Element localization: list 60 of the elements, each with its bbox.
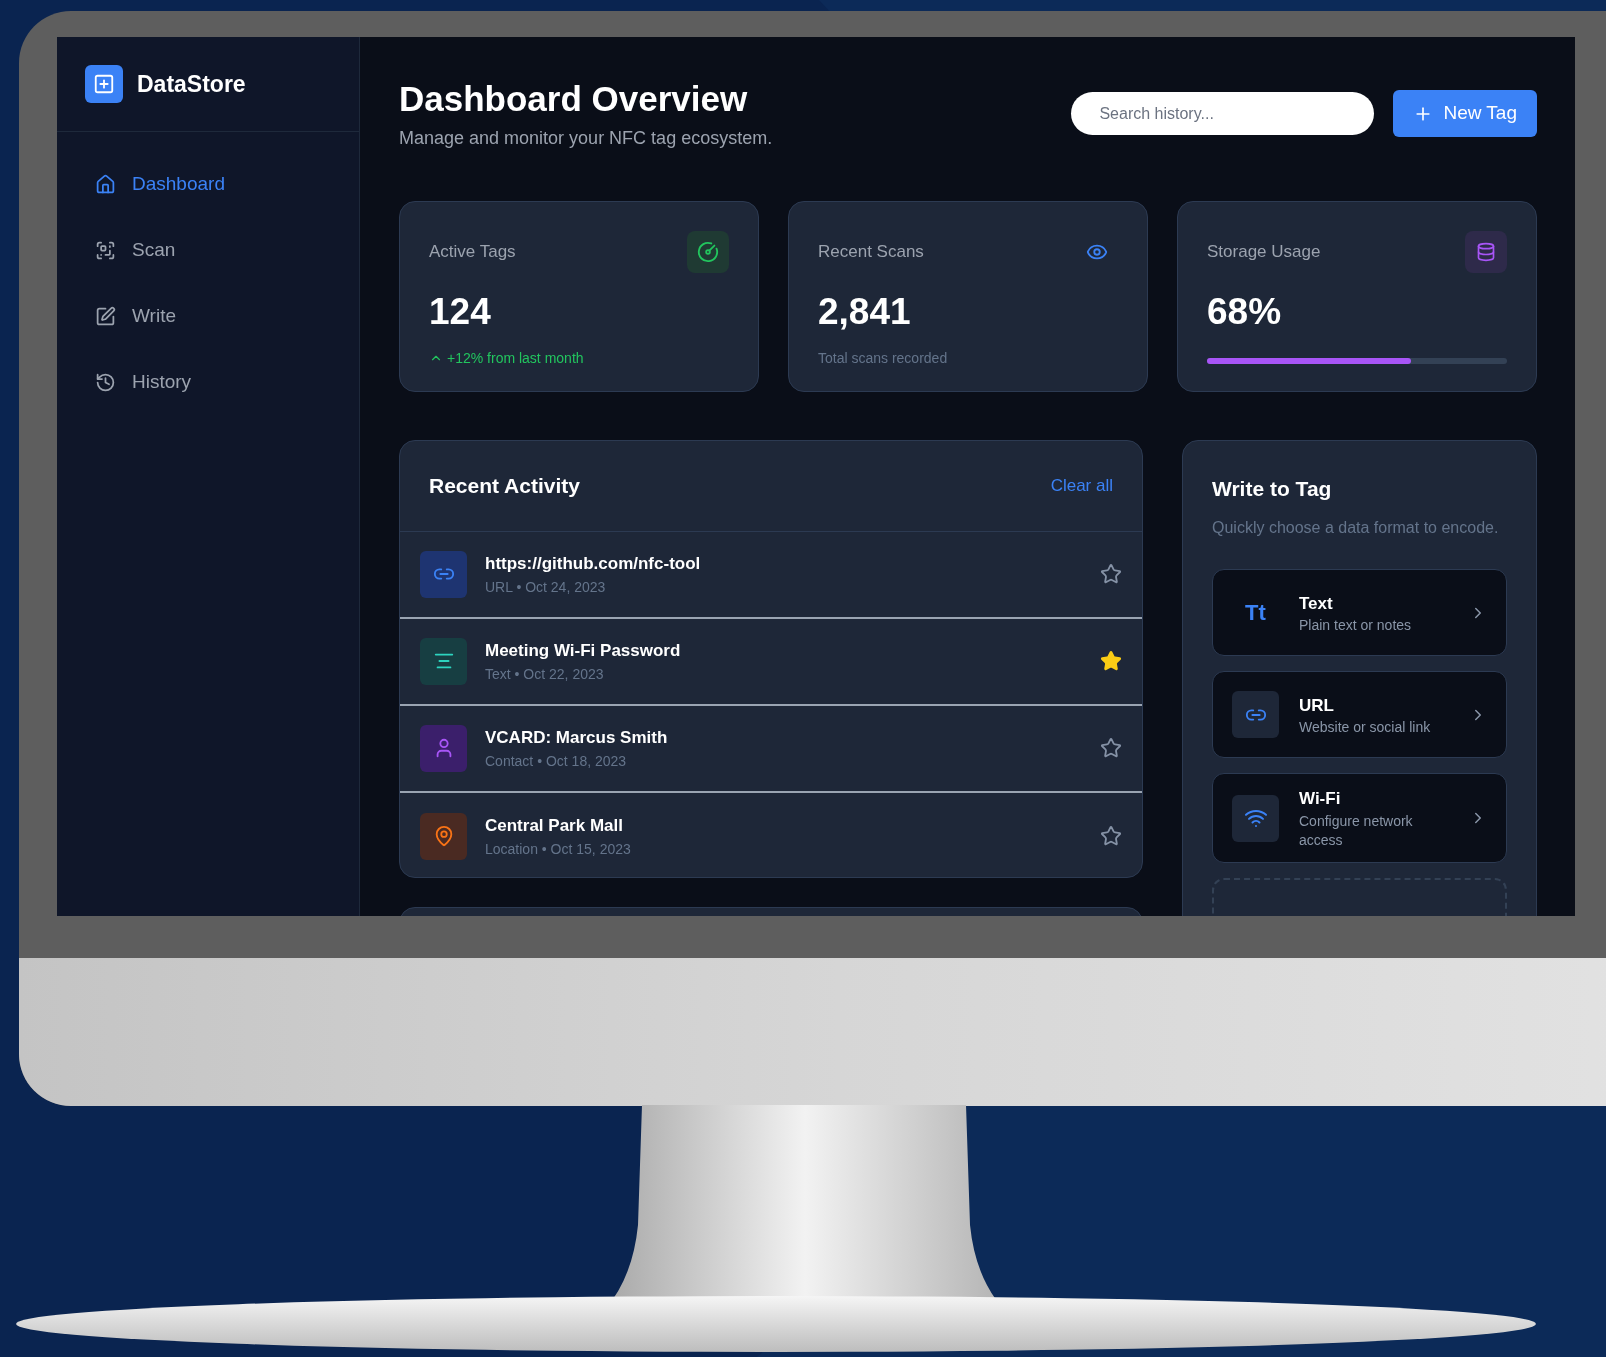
card-title: Recent Activity <box>429 473 580 499</box>
activity-row[interactable]: VCARD: Marcus Smith Contact • Oct 18, 2023 <box>400 705 1142 793</box>
activity-title: VCARD: Marcus Smith <box>485 727 669 749</box>
wifi-icon <box>1232 794 1279 842</box>
nav-item[interactable]: History <box>95 365 321 399</box>
stat-label: Recent Scans <box>818 241 924 263</box>
format-title: URL <box>1299 694 1335 717</box>
nav-icon <box>95 239 116 261</box>
nav-item[interactable]: Scan <box>95 233 321 267</box>
activity-title: Meeting Wi-Fi Password <box>485 640 682 662</box>
stat-value: 124 <box>429 292 492 330</box>
text-format-icon: Tt <box>1232 589 1279 637</box>
card-description: Quickly choose a data format to encode. <box>1212 518 1500 539</box>
activity-row[interactable]: https://github.com/nfc-tool URL • Oct 24, 2023 <box>400 531 1142 619</box>
nav-item[interactable]: Dashboard <box>95 167 321 201</box>
format-title: Wi-Fi <box>1299 788 1342 811</box>
nav-icon <box>95 305 116 327</box>
format-description: Configure network access <box>1299 811 1414 850</box>
search-field[interactable]: Search history... <box>1071 92 1375 135</box>
format-description: Website or social link <box>1299 718 1432 737</box>
new-tag-button[interactable]: New Tag <box>1393 90 1537 137</box>
activity-meta: Contact • Oct 18, 2023 <box>485 751 628 771</box>
clear-all-link[interactable]: Clear all <box>1050 473 1113 499</box>
gauge-icon <box>687 230 729 273</box>
stat-label: Storage Usage <box>1207 241 1321 263</box>
format-title: Text <box>1299 592 1334 615</box>
activity-meta: Location • Oct 15, 2023 <box>485 839 632 859</box>
activity-meta: URL • Oct 24, 2023 <box>485 577 607 597</box>
star-icon[interactable] <box>1100 825 1122 848</box>
page-subtitle: Manage and monitor your NFC tag ecosystem. <box>399 126 773 150</box>
activity-title: https://github.com/nfc-tool <box>485 553 702 575</box>
lines-icon <box>420 637 467 685</box>
nav-icon <box>95 371 116 393</box>
card-title: Write to Tag <box>1212 475 1333 502</box>
nav-icon <box>95 173 116 195</box>
format-option[interactable]: URL Website or social link <box>1212 671 1507 759</box>
activity-row[interactable]: Meeting Wi-Fi Password Text • Oct 22, 2023 <box>400 618 1142 706</box>
star-icon[interactable] <box>1100 563 1122 586</box>
format-option[interactable]: Wi-Fi Configure network access <box>1212 773 1507 863</box>
star-icon[interactable] <box>1100 737 1122 760</box>
person-icon <box>420 724 467 772</box>
map-pin-icon <box>420 812 467 860</box>
nav-item[interactable]: Write <box>95 299 321 333</box>
brand-name: DataStore <box>137 69 246 99</box>
stat-note: Total scans recorded <box>818 348 949 368</box>
link-icon <box>1232 691 1279 739</box>
activity-row[interactable]: Central Park Mall Location • Oct 15, 2023 <box>400 792 1142 877</box>
logo-icon <box>85 65 123 103</box>
stat-label: Active Tags <box>429 241 516 263</box>
activity-meta: Text • Oct 22, 2023 <box>485 664 605 684</box>
page-title: Dashboard Overview <box>399 78 749 120</box>
database-icon <box>1465 230 1507 273</box>
stat-value: 68% <box>1207 292 1283 330</box>
trend-text: +12% from last month <box>447 348 584 368</box>
activity-title: Central Park Mall <box>485 815 624 837</box>
format-option[interactable]: Tt Text Plain text or notes <box>1212 569 1507 657</box>
star-icon[interactable] <box>1100 650 1122 673</box>
link-icon <box>420 550 467 598</box>
format-description: Plain text or notes <box>1299 616 1413 635</box>
stat-value: 2,841 <box>818 292 912 330</box>
